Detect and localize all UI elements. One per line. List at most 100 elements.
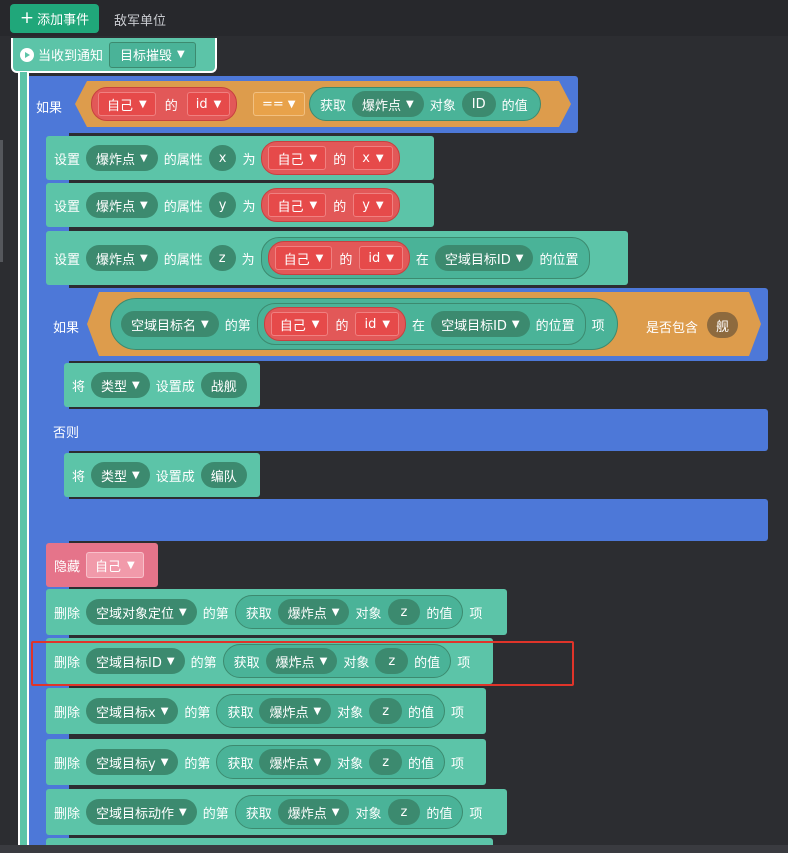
x-dropdown[interactable]: x ▼	[353, 146, 393, 170]
ship-field[interactable]: 舰	[707, 312, 739, 338]
y-dropdown[interactable]: y ▼	[353, 193, 393, 217]
vertical-scrollbar[interactable]	[0, 140, 3, 262]
chevron-down-icon: ▼	[406, 98, 414, 110]
horizontal-scrollbar[interactable]	[0, 845, 788, 853]
hide-label: 隐藏	[54, 559, 81, 575]
id-dropdown[interactable]: id ▼	[355, 312, 400, 336]
object-label: 对象	[337, 756, 364, 772]
x-value: x	[362, 150, 370, 166]
list-dropdown[interactable]: 空域目标x ▼	[86, 698, 179, 724]
explode-point-dropdown[interactable]: 爆炸点 ▼	[277, 799, 350, 825]
z-field[interactable]: z	[369, 698, 403, 724]
z-field[interactable]: z	[387, 599, 421, 625]
else-label: 否则	[53, 426, 80, 441]
self-of-id-reporter[interactable]: 自己 ▼ 的 id ▼	[263, 307, 407, 341]
y-value: y	[362, 197, 370, 213]
warship-field[interactable]: 战舰	[200, 372, 247, 398]
get-object-value-reporter[interactable]: 获取 爆炸点 ▼ 对象 z 的值	[216, 745, 446, 779]
delete-block[interactable]: 删除 空域目标x ▼ 的第 获取 爆炸点 ▼ 对象 z 的值 项	[46, 688, 486, 734]
list-dropdown[interactable]: 空域对象定位 ▼	[86, 599, 197, 625]
list-value: 空域目标x	[96, 705, 156, 721]
self-of-id-reporter[interactable]: 自己 ▼ 的 id ▼	[267, 241, 410, 275]
chevron-down-icon: ▼	[140, 199, 148, 211]
position-in-list-reporter[interactable]: 自己 ▼ 的 id ▼ 在 空域目标ID ▼ 的位置	[260, 237, 590, 279]
property-y-field[interactable]: y	[208, 192, 237, 218]
self-of-id-reporter[interactable]: 自己 ▼ 的 id ▼	[91, 87, 238, 121]
explode-point-dropdown[interactable]: 爆炸点 ▼	[277, 599, 350, 625]
self-value: 自己	[277, 199, 304, 215]
set-y-block[interactable]: 设置 爆炸点 ▼ 的属性 y 为 自己 ▼ 的 y ▼	[46, 183, 434, 227]
explode-point-dropdown[interactable]: 爆炸点 ▼	[86, 145, 158, 171]
chevron-down-icon: ▼	[213, 98, 222, 110]
set-type-warship-block[interactable]: 将 类型 ▼ 设置成 战舰	[64, 363, 260, 407]
of-label: 的	[164, 98, 178, 114]
self-dropdown[interactable]: 自己 ▼	[268, 193, 327, 217]
set-z-block[interactable]: 设置 爆炸点 ▼ 的属性 z 为 自己 ▼ 的 id ▼ 在 空域目标ID ▼ 的位置	[46, 231, 628, 285]
formation-value: 编队	[210, 469, 237, 485]
id-dropdown[interactable]: id ▼	[359, 246, 403, 270]
notice-dropdown[interactable]: 目标摧毁 ▼	[109, 41, 196, 68]
get-object-value-reporter[interactable]: 获取 爆炸点 ▼ 对象 z 的值	[216, 694, 446, 728]
z-field[interactable]: z	[387, 799, 421, 825]
self-value: 自己	[95, 559, 122, 575]
add-event-button[interactable]: + 添加事件	[10, 4, 99, 33]
position-in-list-reporter[interactable]: 自己 ▼ 的 id ▼ 在 空域目标ID ▼ 的位置	[256, 303, 586, 345]
id-value: id	[195, 96, 208, 112]
id-field[interactable]: ID	[461, 91, 496, 117]
enemy-unit-tab[interactable]: 敌军单位	[114, 10, 166, 29]
object-label: 对象	[429, 98, 456, 114]
self-dropdown[interactable]: 自己 ▼	[268, 146, 327, 170]
list-dropdown[interactable]: 空域目标ID ▼	[431, 311, 530, 337]
type-dropdown[interactable]: 类型 ▼	[91, 462, 150, 488]
explode-point-dropdown[interactable]: 爆炸点 ▼	[259, 749, 332, 775]
formation-field[interactable]: 编队	[200, 462, 247, 488]
chevron-down-icon: ▼	[382, 318, 391, 330]
operator-dropdown[interactable]: == ▼	[253, 92, 305, 116]
self-value: 自己	[279, 318, 306, 334]
get-object-value-reporter[interactable]: 获取 爆炸点 ▼ 对象 ID 的值	[309, 87, 541, 121]
z-field[interactable]: z	[369, 749, 403, 775]
list-dropdown[interactable]: 空域目标y ▼	[86, 749, 179, 775]
chevron-down-icon: ▼	[160, 705, 169, 717]
id-value: id	[364, 316, 377, 332]
self-dropdown[interactable]: 自己 ▼	[274, 246, 333, 270]
delete-block[interactable]: 删除 空域对象定位 ▼ 的第 获取 爆炸点 ▼ 对象 z 的值 项	[46, 589, 507, 635]
explode-point-dropdown[interactable]: 爆炸点 ▼	[86, 192, 158, 218]
list-dropdown[interactable]: 空域目标动作 ▼	[86, 799, 197, 825]
property-label: 的属性	[163, 199, 203, 215]
property-z-field[interactable]: z	[208, 245, 236, 271]
self-dropdown[interactable]: 自己 ▼	[98, 92, 156, 116]
id-dropdown[interactable]: id ▼	[186, 92, 231, 116]
list-name-value: 空域目标名	[131, 318, 197, 334]
delete-block[interactable]: 删除 空域目标动作 ▼ 的第 获取 爆炸点 ▼ 对象 z 的值 项	[46, 789, 507, 835]
delete-block[interactable]: 删除 空域目标y ▼ 的第 获取 爆炸点 ▼ 对象 z 的值 项	[46, 739, 486, 785]
object-label: 对象	[337, 705, 364, 721]
hide-block[interactable]: 隐藏 自己 ▼	[46, 543, 158, 587]
on-notify-block[interactable]: 当收到通知 目标摧毁 ▼	[11, 38, 217, 73]
notice-value: 目标摧毁	[120, 49, 173, 64]
type-dropdown[interactable]: 类型 ▼	[91, 372, 150, 398]
explode-point-dropdown[interactable]: 爆炸点 ▼	[352, 91, 424, 117]
list-value: 空域目标ID	[444, 252, 511, 268]
chevron-down-icon: ▼	[287, 98, 296, 110]
explode-point-dropdown[interactable]: 爆炸点 ▼	[86, 245, 158, 271]
list-item-reporter[interactable]: 空域目标名 ▼ 的第 自己 ▼ 的 id ▼ 在 空域目标ID ▼ 的位置 项	[110, 298, 618, 350]
property-x-field[interactable]: x	[208, 145, 237, 171]
position-label: 的位置	[535, 318, 575, 334]
chevron-down-icon: ▼	[515, 252, 524, 264]
list-dropdown[interactable]: 空域目标ID ▼	[434, 245, 534, 271]
chevron-down-icon: ▼	[313, 705, 322, 717]
explode-point-dropdown[interactable]: 爆炸点 ▼	[259, 698, 332, 724]
type-value: 类型	[101, 469, 128, 485]
set-type-formation-block[interactable]: 将 类型 ▼ 设置成 编队	[64, 453, 260, 497]
get-object-value-reporter[interactable]: 获取 爆炸点 ▼ 对象 z 的值	[234, 795, 464, 829]
as-label: 为	[241, 252, 255, 268]
get-object-value-reporter[interactable]: 获取 爆炸点 ▼ 对象 z 的值	[234, 595, 464, 629]
list-name-dropdown[interactable]: 空域目标名 ▼	[121, 311, 219, 337]
self-dropdown[interactable]: 自己 ▼	[270, 312, 329, 336]
self-dropdown[interactable]: 自己 ▼	[86, 552, 144, 578]
self-of-x-reporter[interactable]: 自己 ▼ 的 x ▼	[261, 141, 400, 175]
self-of-y-reporter[interactable]: 自己 ▼ 的 y ▼	[261, 188, 400, 222]
of-label: 的	[333, 199, 347, 215]
set-x-block[interactable]: 设置 爆炸点 ▼ 的属性 x 为 自己 ▼ 的 x ▼	[46, 136, 434, 180]
